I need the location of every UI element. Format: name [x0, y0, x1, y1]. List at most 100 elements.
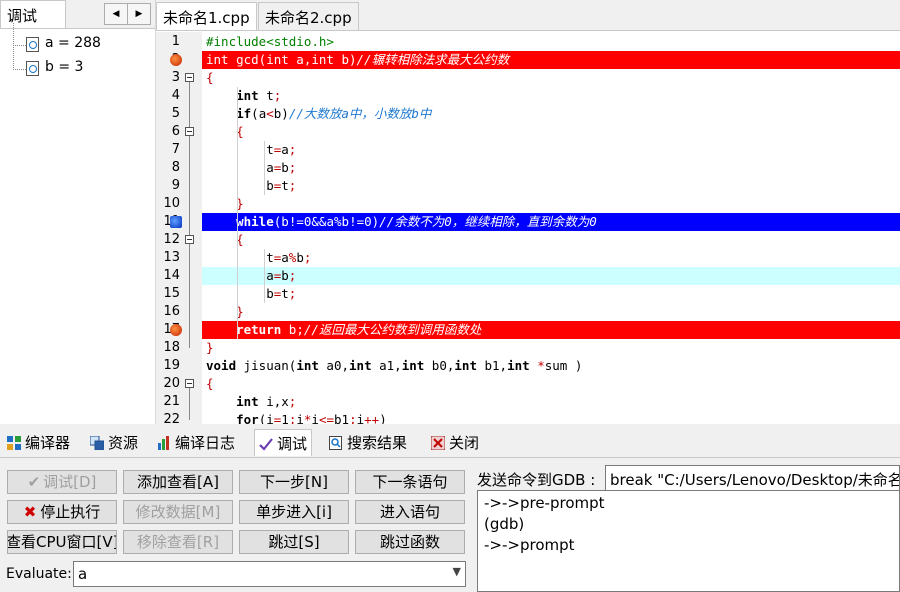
tab-scroll-left-button[interactable]: ◀ [104, 3, 128, 25]
button-label: 单步进入[i] [256, 503, 332, 521]
line-number: 15 [163, 286, 180, 301]
evaluate-value: a [78, 565, 88, 583]
fold-toggle-icon[interactable] [185, 127, 194, 136]
step-into-statement-button[interactable]: 进入语句 [355, 500, 465, 524]
remove-watch-button[interactable]: 移除查看[R] [123, 530, 233, 554]
search-doc-icon [329, 436, 343, 450]
tab-debug-label: 调试 [277, 435, 308, 453]
button-label: 查看CPU窗口[V] [7, 533, 117, 551]
code-line[interactable]: int t; [202, 87, 900, 105]
current-line-arrow-icon[interactable] [170, 216, 182, 228]
tab-compile-log[interactable]: 编译日志 [153, 429, 239, 456]
code-editor: 未命名1.cpp 未命名2.cpp 1234567891011121314151… [156, 0, 900, 427]
code-line[interactable]: { [202, 231, 900, 249]
grid-icon [7, 436, 21, 450]
gdb-command-input[interactable]: break "C:/Users/Lenovo/Desktop/未命名1.cpp" [605, 465, 900, 491]
watch-variable-icon [26, 61, 39, 76]
button-label: 添加查看[A] [137, 473, 219, 491]
line-number: 21 [163, 394, 180, 409]
line-number-gutter[interactable]: 12345678910111213141516171819202122 [156, 32, 202, 427]
line-number: 20 [163, 376, 180, 391]
tab-file-1[interactable]: 未命名1.cpp [156, 2, 257, 30]
breakpoint-line[interactable]: return b;//返回最大公约数到调用函数处 [202, 321, 900, 339]
evaluate-input[interactable]: a ▼ [73, 561, 466, 587]
cursor-line[interactable]: a=b; [202, 267, 900, 285]
editor-tab-bar: 未命名1.cpp 未命名2.cpp [156, 0, 900, 31]
code-line[interactable]: if(a<b)//大数放a中，小数放b中 [202, 105, 900, 123]
tab-compiler[interactable]: 编译器 [3, 429, 74, 456]
next-step-button[interactable]: 下一步[N] [239, 470, 349, 494]
skip-button[interactable]: 跳过[S] [239, 530, 349, 554]
button-label: 跳过函数 [379, 533, 440, 551]
tab-debug[interactable]: 调试 [254, 429, 313, 456]
skip-function-button[interactable]: 跳过函数 [355, 530, 465, 554]
gdb-output-line: ->->prompt [484, 536, 575, 554]
step-into-button[interactable]: 单步进入[i] [239, 500, 349, 524]
gdb-output-line: (gdb) [484, 515, 525, 533]
indent-guide [237, 87, 238, 339]
debug-button[interactable]: ✔ 调试[D] [7, 470, 117, 494]
tab-close[interactable]: 关闭 [427, 429, 483, 456]
code-line[interactable]: } [202, 339, 900, 357]
tree-connector [13, 47, 26, 70]
code-line[interactable]: t=a%b; [202, 249, 900, 267]
line-number: 5 [171, 106, 180, 121]
modify-data-button[interactable]: 修改数据[M] [123, 500, 233, 524]
tab-search-results[interactable]: 搜索结果 [325, 429, 411, 456]
breakpoint-icon[interactable] [170, 54, 182, 66]
code-line[interactable]: } [202, 303, 900, 321]
tab-resources[interactable]: 资源 [86, 429, 142, 456]
chevron-down-icon[interactable]: ▼ [453, 565, 461, 578]
tab-search-results-label: 搜索结果 [347, 434, 408, 452]
line-number: 12 [163, 232, 180, 247]
button-label: 调试[D] [43, 473, 97, 491]
next-statement-button[interactable]: 下一条语句 [355, 470, 465, 494]
tree-connector [13, 23, 26, 46]
line-number: 19 [163, 358, 180, 373]
fold-toggle-icon[interactable] [185, 379, 194, 388]
line-number: 4 [171, 88, 180, 103]
stop-execution-button[interactable]: ✖ 停止执行 [7, 500, 117, 524]
button-label: 移除查看[R] [136, 533, 220, 551]
watch-text: b = 3 [45, 59, 84, 75]
fold-guide [189, 388, 190, 420]
line-number: 13 [163, 250, 180, 265]
line-number: 7 [171, 142, 180, 157]
code-line[interactable]: void jisuan(int a0,int a1,int b0,int b1,… [202, 357, 900, 375]
evaluate-label: Evaluate: [6, 566, 72, 582]
code-line[interactable]: for(i=1;i*i<=b1;i++) [202, 411, 900, 424]
fold-toggle-icon[interactable] [185, 73, 194, 82]
code-line[interactable]: a=b; [202, 159, 900, 177]
watch-text: a = 288 [45, 35, 101, 51]
indent-guide [264, 249, 265, 303]
line-number: 16 [163, 304, 180, 319]
code-line[interactable]: t=a; [202, 141, 900, 159]
add-watch-button[interactable]: 添加查看[A] [123, 470, 233, 494]
breakpoint-line[interactable]: int gcd(int a,int b)//辗转相除法求最大公约数 [202, 51, 900, 69]
code-line[interactable]: } [202, 195, 900, 213]
code-line[interactable]: b=t; [202, 285, 900, 303]
code-line[interactable]: int i,x; [202, 393, 900, 411]
view-cpu-window-button[interactable]: 查看CPU窗口[V] [7, 530, 117, 554]
code-line[interactable]: #include<stdio.h> [202, 33, 900, 51]
resources-icon [89, 435, 105, 451]
button-label: 下一步[N] [260, 473, 328, 491]
stop-x-icon: ✖ [23, 503, 37, 521]
tab-scroll-right-button[interactable]: ▶ [127, 3, 151, 25]
bottom-tab-bar: 编译器 资源 编译日志 调试 搜索结果 关闭 [0, 427, 900, 458]
current-execution-line[interactable]: while(b!=0&&a%b!=0)//余数不为0，继续相除，直到余数为0 [202, 213, 900, 231]
code-line[interactable]: { [202, 69, 900, 87]
breakpoint-icon[interactable] [170, 324, 182, 336]
tab-debug-watch[interactable]: 调试 [0, 0, 66, 28]
tab-file-2[interactable]: 未命名2.cpp [258, 2, 359, 30]
code-area[interactable]: #include<stdio.h> int gcd(int a,int b)//辗… [202, 32, 900, 424]
debug-watch-panel: 调试 ◀ ▶ a = 288 b = 3 [0, 0, 156, 424]
fold-toggle-icon[interactable] [185, 235, 194, 244]
line-number: 3 [171, 70, 180, 85]
code-line[interactable]: b=t; [202, 177, 900, 195]
bar-chart-icon [157, 436, 171, 450]
code-line[interactable]: { [202, 375, 900, 393]
code-line[interactable]: { [202, 123, 900, 141]
fold-guide [189, 244, 190, 312]
tab-close-label: 关闭 [449, 434, 480, 452]
